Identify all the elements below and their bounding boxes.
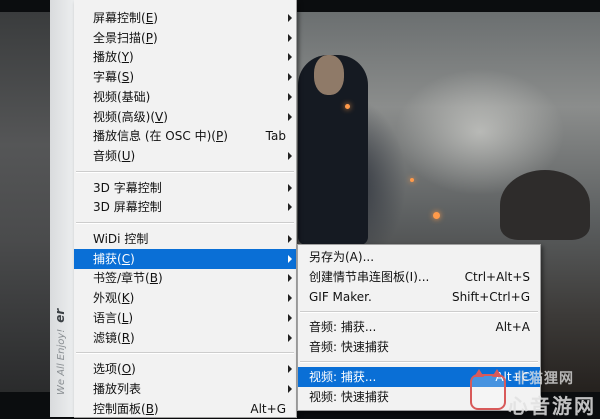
menu-item-label: 播放(Y) xyxy=(93,50,134,65)
submenu-arrow-icon xyxy=(288,73,292,82)
submenu-arrow-icon xyxy=(288,235,292,243)
menu-item-label: 外观(K) xyxy=(93,291,135,306)
menu-separator xyxy=(300,311,538,313)
submenu-arrow-icon xyxy=(288,254,292,263)
menu-item[interactable]: GIF Maker. Shift+Ctrl+G xyxy=(298,287,540,307)
menu-item-label: WiDi 控制 xyxy=(93,232,149,246)
menu-item-label: 书签/章节(B) xyxy=(93,271,163,286)
video-left-region xyxy=(0,12,50,392)
menu-item[interactable]: 创建情节串连图板(I)... Ctrl+Alt+S xyxy=(298,267,540,287)
menu-item-shortcut: Shift+Ctrl+G xyxy=(451,290,530,304)
menu-item[interactable]: 书签/章节(B) xyxy=(74,268,296,288)
menu-item[interactable]: 视频(高级)(V) xyxy=(74,107,296,127)
menu-item[interactable]: 视频(基础) xyxy=(74,87,296,107)
menu-item[interactable]: 另存为(A)... xyxy=(298,247,540,267)
submenu-arrow-icon xyxy=(288,274,292,283)
menu-item[interactable]: 字幕(S) xyxy=(74,67,296,87)
menu-item-label: 视频: 捕获... xyxy=(309,370,377,384)
menu-item[interactable]: 播放信息 (在 OSC 中)(P) Tab xyxy=(74,126,296,146)
menu-item-label: 视频: 快速捕获 xyxy=(309,390,389,404)
menu-item-label: 全景扫描(P) xyxy=(93,30,158,45)
submenu-arrow-icon xyxy=(288,151,292,160)
menu-separator xyxy=(76,352,294,355)
submenu-arrow-icon xyxy=(288,92,292,101)
menu-item-label: 视频(基础) xyxy=(93,89,151,104)
watermark-line2: 心音游网 xyxy=(508,394,596,418)
menu-item-label: 字幕(S) xyxy=(93,70,134,85)
menu-separator xyxy=(76,222,294,224)
menu-separator xyxy=(300,361,538,363)
menu-item[interactable]: 音频(U) xyxy=(74,146,296,166)
brand-name: er xyxy=(53,308,67,323)
menu-item[interactable]: 播放列表 xyxy=(74,379,296,399)
menu-item[interactable]: 语言(L) xyxy=(74,308,296,328)
menu-item[interactable]: 控制面板(B) Alt+G xyxy=(74,399,296,419)
brand-text: We All Enjoy! er xyxy=(53,309,67,395)
submenu-arrow-icon xyxy=(288,333,292,342)
submenu-arrow-icon xyxy=(288,365,292,374)
menu-item[interactable]: 捕获(C) xyxy=(74,248,296,269)
menu-item[interactable]: 播放(Y) xyxy=(74,47,296,67)
menu-item-label: 3D 字幕控制 xyxy=(93,180,162,195)
submenu-arrow-icon xyxy=(288,183,292,192)
menu-item-label: 另存为(A)... xyxy=(309,250,375,264)
submenu-arrow-icon xyxy=(288,53,292,62)
menu-item-label: 捕获(C) xyxy=(93,251,135,266)
menu-item-label: GIF Maker. xyxy=(309,290,372,304)
submenu-arrow-icon xyxy=(288,33,292,42)
menu-item-label: 视频(高级)(V) xyxy=(93,109,168,124)
menu-item-label: 滤镜(R) xyxy=(93,330,135,345)
menu-item-label: 控制面板(B) xyxy=(93,401,159,416)
menu-item-label: 选项(O) xyxy=(93,362,136,377)
menu-item[interactable]: WiDi 控制 xyxy=(74,229,296,249)
menu-item-shortcut: Ctrl+Alt+S xyxy=(464,270,530,284)
menu-item-shortcut: Tab xyxy=(265,129,286,144)
menu-item-label: 3D 屏幕控制 xyxy=(93,200,162,215)
menu-item-label: 音频(U) xyxy=(93,148,136,163)
video-pot xyxy=(500,170,590,240)
submenu-arrow-icon xyxy=(288,112,292,121)
menu-item-label: 屏幕控制(E) xyxy=(93,11,158,25)
menu-item[interactable]: 外观(K) xyxy=(74,288,296,308)
submenu-arrow-icon xyxy=(288,203,292,212)
menu-item-label: 播放信息 (在 OSC 中)(P) xyxy=(93,129,228,144)
menu-item[interactable]: 音频: 捕获... Alt+A xyxy=(298,317,540,337)
menu-item[interactable]: 音频: 快速捕获 xyxy=(298,337,540,357)
menu-item[interactable]: 3D 字幕控制 xyxy=(74,178,296,198)
video-light xyxy=(345,104,350,109)
submenu-arrow-icon xyxy=(288,294,292,303)
brand-tagline: We All Enjoy! xyxy=(56,328,67,395)
submenu-arrow-icon xyxy=(288,313,292,322)
watermark-line1: 非猫狸网 xyxy=(514,371,574,387)
cat-logo-icon xyxy=(470,369,506,410)
menu-item[interactable]: 3D 屏幕控制 xyxy=(74,197,296,217)
video-person xyxy=(298,55,368,245)
menu-item[interactable]: 全景扫描(P) xyxy=(74,28,296,48)
menu-item-shortcut: Alt+A xyxy=(495,320,530,334)
menu-item[interactable]: 选项(O) xyxy=(74,359,296,379)
menu-item-label: 创建情节串连图板(I)... xyxy=(309,270,430,284)
watermark: 非猫狸网 心音游网 xyxy=(470,368,600,418)
menu-separator xyxy=(76,170,294,173)
menu-item-label: 音频: 快速捕获 xyxy=(309,340,389,354)
menu-item-label: 播放列表 xyxy=(93,381,142,396)
menu-item-label: 音频: 捕获... xyxy=(309,320,377,334)
menu-item[interactable]: 滤镜(R) xyxy=(74,328,296,348)
submenu-arrow-icon xyxy=(288,384,292,393)
video-light xyxy=(410,178,414,182)
menu-item[interactable]: 屏幕控制(E) xyxy=(74,8,296,28)
menu-item-shortcut: Alt+G xyxy=(250,401,286,416)
main-context-menu: 屏幕控制(E) 全景扫描(P) 播放(Y) 字幕(S) 视频(基础) 视频(高级)(V) 播… xyxy=(74,0,297,418)
video-light xyxy=(433,212,440,219)
menu-item-label: 语言(L) xyxy=(93,310,134,325)
submenu-arrow-icon xyxy=(288,14,292,22)
